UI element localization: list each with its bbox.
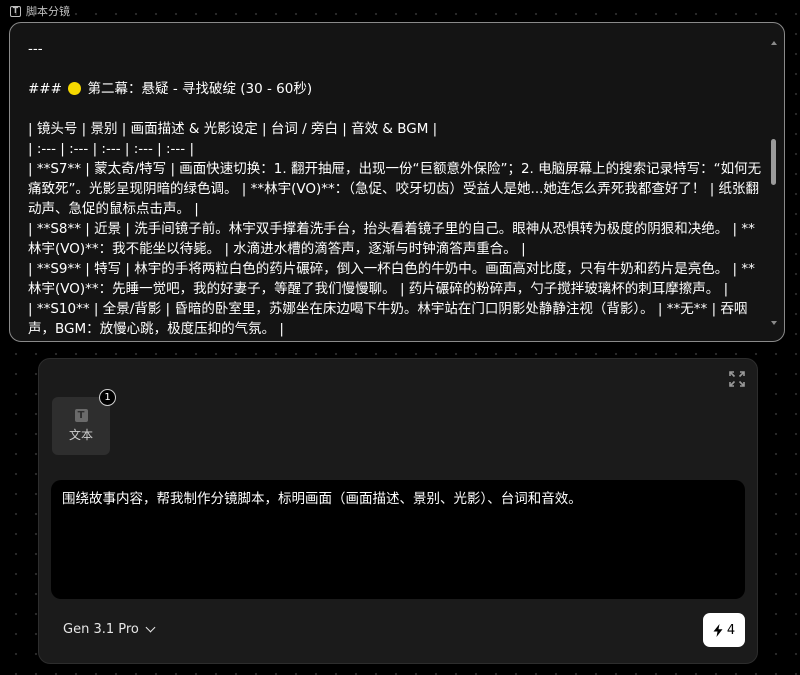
text-doc-icon: T xyxy=(74,409,88,422)
node-header: T 脚本分镜 xyxy=(10,3,70,19)
attachment-label: 文本 xyxy=(68,428,93,442)
text-node-icon: T xyxy=(10,5,21,17)
generation-panel: T 文本 1 围绕故事内容，帮我制作分镜脚本，标明画面（画面描述、景别、光影）、… xyxy=(38,358,758,664)
text-attachment-card[interactable]: T 文本 xyxy=(52,397,110,455)
scrollbar-thumb[interactable] xyxy=(771,139,776,185)
script-content[interactable]: --- ### 第二幕：悬疑 - 寻找破绽 (30 - 60秒) | 镜头号 |… xyxy=(28,39,768,339)
expand-icon[interactable] xyxy=(729,371,745,387)
script-blank-line xyxy=(28,99,768,119)
script-table-header: | 镜头号 | 景别 | 画面描述 & 光影设定 | 台词 / 旁白 | 音效 … xyxy=(28,121,438,137)
credit-count: 4 xyxy=(726,622,736,638)
script-heading: ### 第二幕：悬疑 - 寻找破绽 (30 - 60秒) xyxy=(28,79,768,99)
script-scrollbar[interactable] xyxy=(769,35,779,331)
script-table-separator: | :--- | :--- | :--- | :--- | :--- | xyxy=(28,141,195,157)
script-row-s10: | **S10** | 全景/背影 | 昏暗的卧室里，苏娜坐在床边喝下牛奶。林宇… xyxy=(28,301,748,337)
prompt-input[interactable]: 围绕故事内容，帮我制作分镜脚本，标明画面（画面描述、景别、光影）、台词和音效。 xyxy=(51,480,745,599)
model-name: Gen 3.1 Pro xyxy=(63,622,139,637)
script-row-s8: | **S8** | 近景 | 洗手间镜子前。林宇双手撑着洗手台，抬头看着镜子里… xyxy=(28,221,755,257)
heading-text: 第二幕：悬疑 - 寻找破绽 (30 - 60秒) xyxy=(83,81,313,97)
model-select[interactable]: Gen 3.1 Pro xyxy=(63,622,156,637)
script-panel[interactable]: --- ### 第二幕：悬疑 - 寻找破绽 (30 - 60秒) | 镜头号 |… xyxy=(9,22,785,342)
lightning-icon xyxy=(713,623,723,637)
heading-prefix: ### xyxy=(28,81,67,97)
script-line: --- xyxy=(28,41,43,57)
scroll-up-icon[interactable] xyxy=(771,41,777,45)
yellow-circle-icon xyxy=(68,82,82,95)
generate-button[interactable]: 4 xyxy=(703,613,745,647)
node-title: 脚本分镜 xyxy=(26,5,70,18)
scroll-down-icon[interactable] xyxy=(771,321,777,325)
script-row-s9: | **S9** | 特写 | 林宇的手将两粒白色的药片碾碎，倒入一杯白色的牛奶… xyxy=(28,261,755,297)
attachment-count-badge: 1 xyxy=(99,389,116,406)
script-row-s7: | **S7** | 蒙太奇/特写 | 画面快速切换：1. 翻开抽屉，出现一份“… xyxy=(28,161,762,217)
script-blank-line xyxy=(28,59,768,79)
chevron-down-icon xyxy=(145,622,156,633)
